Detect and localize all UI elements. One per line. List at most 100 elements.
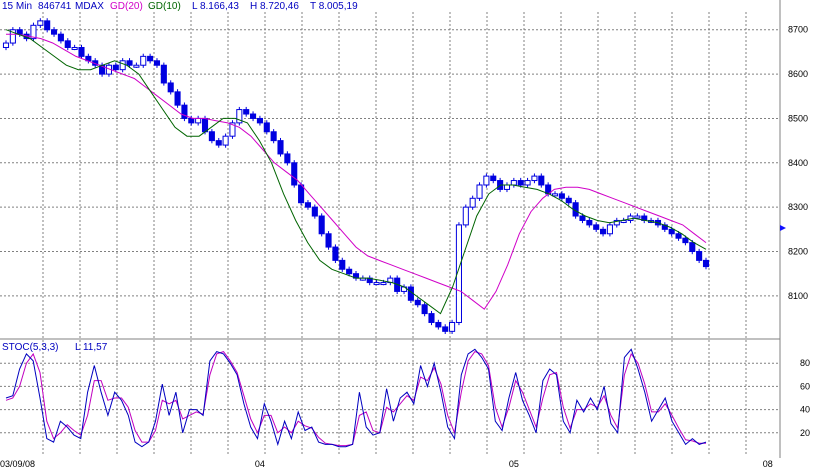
candle-body: [64, 40, 71, 48]
candle-body: [565, 197, 572, 204]
candle-body: [476, 184, 483, 199]
candle-body: [188, 117, 195, 124]
candle-body: [298, 184, 305, 204]
candle-body: [318, 215, 325, 235]
candle-body: [668, 228, 675, 235]
candle-body: [339, 259, 346, 270]
header-symbol: MDAX: [75, 1, 104, 12]
header-high: H 8.720,46: [250, 1, 299, 12]
candle-body: [256, 117, 263, 124]
candle-body: [174, 91, 181, 106]
price-tick-label: 8300: [788, 202, 808, 212]
candle-body: [263, 122, 270, 133]
stoch-tick-label: 40: [800, 405, 810, 415]
candle-body: [675, 233, 682, 239]
candle-body: [600, 228, 607, 235]
candle-body: [50, 29, 58, 35]
candle-body: [304, 202, 312, 208]
candle-body: [133, 64, 140, 68]
candle-body: [524, 180, 531, 186]
candle-body: [71, 46, 78, 50]
candle-body: [311, 206, 318, 217]
candle-body: [442, 326, 449, 332]
candle-body: [57, 33, 64, 42]
candle-body: [449, 321, 456, 332]
candle-body: [702, 259, 710, 268]
candle-body: [140, 55, 147, 66]
candle-body: [243, 109, 250, 115]
price-tick-label: 8100: [788, 291, 808, 301]
candle-body: [579, 215, 586, 221]
candle-body: [373, 282, 380, 286]
stoch-last: L 11,57: [75, 342, 108, 353]
candle-body: [37, 20, 44, 26]
candle-body: [696, 251, 703, 261]
candle-body: [689, 242, 696, 253]
header-gd10: GD(10): [148, 1, 181, 12]
stoch-tick-label: 60: [800, 381, 810, 391]
candle-body: [346, 268, 353, 275]
candle-body: [78, 46, 85, 57]
candle-body: [593, 224, 600, 230]
candle-body: [112, 64, 119, 71]
candle-body: [462, 206, 469, 226]
candle-body: [2, 42, 10, 48]
candle-body: [483, 175, 490, 186]
price-tick-label: 8400: [788, 158, 808, 168]
candle-body: [414, 299, 421, 306]
header-timeframe: 15 Min: [2, 1, 32, 12]
candle-body: [147, 55, 154, 62]
candle-body: [195, 117, 202, 124]
price-tick-label: 8200: [788, 247, 808, 257]
price-tick-label: 8500: [788, 113, 808, 123]
candle-body: [215, 140, 222, 146]
candle-body: [421, 304, 428, 315]
candle-body: [325, 233, 332, 248]
candle-body: [510, 180, 517, 186]
candle-body: [270, 131, 277, 142]
stoch-tick-label: 20: [800, 428, 810, 438]
header-last: T 8.005,19: [310, 1, 358, 12]
candle-body: [469, 197, 476, 208]
time-tick-label: 08: [763, 459, 773, 469]
time-tick-label: 05: [509, 459, 519, 469]
candle-body: [551, 193, 559, 197]
candle-body: [201, 117, 209, 133]
time-tick-label: 03/09/08: [0, 459, 35, 469]
candle-body: [291, 162, 298, 186]
candle-body: [167, 82, 174, 93]
candle-body: [126, 60, 133, 66]
price-tick-label: 8600: [788, 69, 808, 79]
candle-body: [222, 135, 229, 146]
price-tick-label: 8700: [788, 25, 808, 35]
candle-body: [503, 184, 511, 190]
candle-body: [284, 153, 291, 164]
candle-body: [517, 180, 524, 186]
candle-body: [531, 175, 538, 182]
candle-body: [490, 175, 497, 182]
candle-body: [16, 29, 23, 35]
candle-body: [380, 282, 387, 286]
stoch-tick-label: 80: [800, 358, 810, 368]
candle-body: [558, 193, 565, 199]
candle-body: [250, 113, 257, 119]
candle-body: [44, 20, 51, 31]
header-low: L 8.166,43: [192, 1, 239, 12]
candle-body: [606, 224, 613, 235]
candle-body: [634, 215, 641, 219]
time-tick-label: 04: [255, 459, 265, 469]
header-symbol-id: 846741: [38, 1, 72, 12]
stoch-label: STOC(5,3,3): [2, 342, 59, 353]
candle-body: [160, 64, 167, 84]
candle-body: [586, 219, 593, 226]
candle-body: [277, 140, 284, 155]
candle-body: [538, 175, 545, 186]
header-gd20: GD(20): [110, 1, 143, 12]
candle-body: [428, 313, 435, 323]
candle-body: [153, 60, 161, 66]
candle-body: [435, 321, 442, 328]
candle-body: [208, 131, 215, 142]
candle-body: [119, 60, 126, 71]
chart-canvas: 8100 8200 8300 8400 8500 8600 8700 20 40 60 80 03…: [0, 0, 816, 472]
candle-body: [332, 246, 339, 261]
